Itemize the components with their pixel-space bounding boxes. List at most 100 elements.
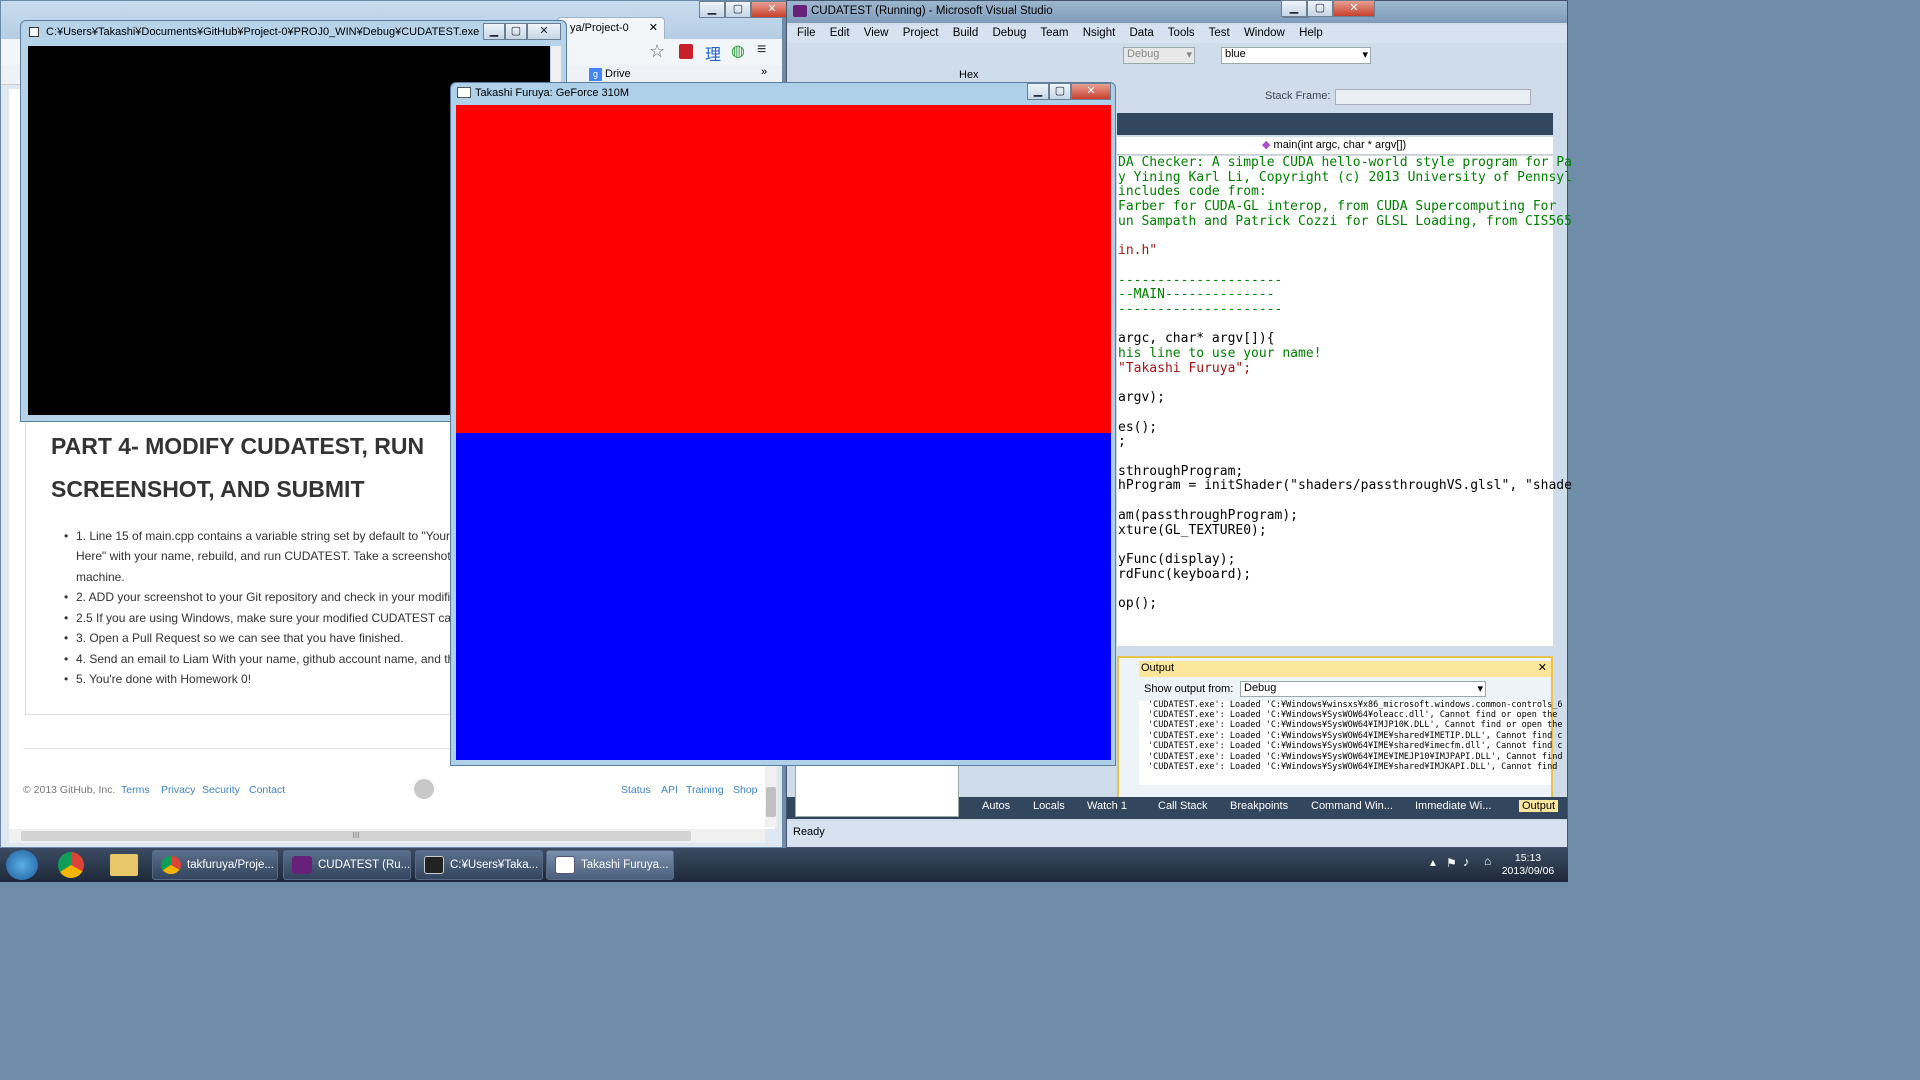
section-heading-line2: SCREENSHOT, AND SUBMIT xyxy=(51,476,365,502)
output-line: 'CUDATEST.exe': Loaded 'C:¥Windows¥SysWO… xyxy=(1148,710,1558,720)
code-line: xture(GL_TEXTURE0); xyxy=(1118,522,1267,538)
taskbar-item-gl[interactable]: Takashi Furuya... xyxy=(546,850,674,880)
config-select[interactable]: Debug ▾ xyxy=(1123,47,1195,64)
tab-output[interactable]: Output xyxy=(1519,800,1559,812)
minimize-button[interactable]: ▁ xyxy=(1281,0,1307,17)
menu-window[interactable]: Window xyxy=(1244,27,1285,39)
output-line: 'CUDATEST.exe': Loaded 'C:¥Windows¥SysWO… xyxy=(1148,741,1563,751)
menu-tools[interactable]: Tools xyxy=(1168,27,1195,39)
tab-immediate-window[interactable]: Immediate Wi... xyxy=(1415,800,1491,812)
start-button[interactable] xyxy=(6,850,38,880)
footer-link-contact[interactable]: Contact xyxy=(249,784,285,796)
function-select[interactable]: ◆ main(int argc, char * argv[]) xyxy=(1262,138,1552,153)
code-line: un Sampath and Patrick Cozzi for GLSL Lo… xyxy=(1118,213,1572,229)
chrome-tab[interactable]: ya/Project-0 ✕ xyxy=(557,17,665,39)
menu-project[interactable]: Project xyxy=(903,27,939,39)
taskbar-item-vs[interactable]: CUDATEST (Ru... xyxy=(283,850,411,880)
minimize-button[interactable]: ▁ xyxy=(1027,83,1049,100)
menu-build[interactable]: Build xyxy=(953,27,979,39)
clock-time: 15:13 xyxy=(1514,852,1542,864)
menu-debug[interactable]: Debug xyxy=(992,27,1026,39)
find-combo-value: blue xyxy=(1225,48,1246,60)
scroll-thumb[interactable] xyxy=(766,787,776,817)
menu-edit[interactable]: Edit xyxy=(830,27,850,39)
console-icon xyxy=(424,856,444,874)
star-icon[interactable]: ☆ xyxy=(649,41,665,62)
evernote-icon[interactable]: ◍ xyxy=(731,41,745,61)
footer-link-training[interactable]: Training xyxy=(686,784,724,796)
menu-nsight[interactable]: Nsight xyxy=(1083,27,1116,39)
hex-button[interactable]: Hex xyxy=(959,69,979,81)
doc-tab-well xyxy=(1117,113,1553,135)
close-button[interactable]: ✕ xyxy=(1071,83,1111,100)
bookmark-drive[interactable]: Drive xyxy=(605,68,631,80)
find-combo[interactable]: blue ▾ xyxy=(1221,47,1371,64)
h-scroll-thumb[interactable]: III xyxy=(21,831,691,841)
menu-team[interactable]: Team xyxy=(1040,27,1068,39)
code-line: "Takashi Furuya"; xyxy=(1118,360,1252,376)
tab-breakpoints[interactable]: Breakpoints xyxy=(1230,800,1288,812)
tab-watch-1[interactable]: Watch 1 xyxy=(1087,800,1127,812)
explorer-pinned-icon[interactable] xyxy=(110,854,138,876)
menu-view[interactable]: View xyxy=(864,27,889,39)
status-bar: Ready xyxy=(787,821,1567,847)
network-icon[interactable]: ⌂ xyxy=(1484,854,1491,868)
maximize-button[interactable]: ▢ xyxy=(1049,83,1071,100)
dictionary-icon[interactable]: 理 xyxy=(705,41,721,65)
clock-date: 2013/09/06 xyxy=(1501,865,1555,877)
chrome-pinned-icon[interactable] xyxy=(58,852,84,878)
section-heading-line1: PART 4- MODIFY CUDATEST, RUN xyxy=(51,433,425,459)
chrome-icon xyxy=(161,856,181,874)
code-line: --MAIN-------------- xyxy=(1118,287,1275,303)
minimize-button[interactable]: ▁ xyxy=(483,23,505,40)
taskbar-item-label: C:¥Users¥Taka... xyxy=(450,859,539,871)
extension-icon[interactable] xyxy=(679,44,693,59)
footer-link-security[interactable]: Security xyxy=(202,784,240,796)
tab-locals[interactable]: Locals xyxy=(1033,800,1065,812)
config-select-value: Debug xyxy=(1127,48,1160,60)
footer-link-status[interactable]: Status xyxy=(621,784,651,796)
code-line: rdFunc(keyboard); xyxy=(1118,566,1252,582)
tab-autos[interactable]: Autos xyxy=(982,800,1010,812)
minimize-button[interactable]: ▁ xyxy=(699,1,725,18)
vs-titlebar: CUDATEST (Running) - Microsoft Visual St… xyxy=(787,1,1567,23)
menu-file[interactable]: File xyxy=(797,27,816,39)
tab-call-stack[interactable]: Call Stack xyxy=(1158,800,1208,812)
tab-close-icon[interactable]: ✕ xyxy=(649,18,658,38)
horizontal-scrollbar[interactable]: III xyxy=(9,829,765,843)
more-bookmarks-icon[interactable]: » xyxy=(761,66,767,78)
tab-command-window[interactable]: Command Win... xyxy=(1311,800,1393,812)
footer-link-terms[interactable]: Terms xyxy=(121,784,150,796)
output-source-select[interactable]: Debug ▾ xyxy=(1240,681,1486,697)
google-icon: g xyxy=(589,68,602,81)
list-item: 5. You're done with Homework 0! xyxy=(64,672,251,686)
menu-data[interactable]: Data xyxy=(1130,27,1154,39)
close-button[interactable]: ✕ xyxy=(527,23,561,40)
menu-test[interactable]: Test xyxy=(1209,27,1230,39)
footer-link-api[interactable]: API xyxy=(661,784,678,796)
maximize-button[interactable]: ▢ xyxy=(505,23,527,40)
footer-link-shop[interactable]: Shop xyxy=(733,784,758,796)
list-item: 3. Open a Pull Request so we can see tha… xyxy=(64,631,404,645)
gl-window: Takashi Furuya: GeForce 310M ▁ ▢ ✕ xyxy=(450,82,1116,766)
github-octocat-icon[interactable] xyxy=(414,779,434,799)
menu-icon[interactable]: ≡ xyxy=(757,41,766,59)
clock[interactable]: 15:13 2013/09/06 xyxy=(1500,852,1556,878)
code-line: --------------------- xyxy=(1118,272,1283,288)
taskbar-item-console[interactable]: C:¥Users¥Taka... xyxy=(415,850,543,880)
method-icon: ◆ xyxy=(1262,139,1271,151)
footer-link-privacy[interactable]: Privacy xyxy=(161,784,195,796)
show-hidden-icons-icon[interactable]: ▲ xyxy=(1428,858,1438,869)
panel-close-icon[interactable]: ✕ xyxy=(1538,661,1547,674)
output-header: Output ✕ xyxy=(1139,661,1551,677)
maximize-button[interactable]: ▢ xyxy=(725,1,751,18)
close-button[interactable]: ✕ xyxy=(1333,0,1375,17)
flag-icon[interactable]: ⚑ xyxy=(1446,856,1457,870)
maximize-button[interactable]: ▢ xyxy=(1307,0,1333,17)
volume-icon[interactable]: ♪ xyxy=(1463,854,1470,869)
stack-frame-select[interactable] xyxy=(1335,89,1531,105)
menu-help[interactable]: Help xyxy=(1299,27,1323,39)
list-item-cont: machine. xyxy=(76,570,125,584)
taskbar-item-chrome[interactable]: takfuruya/Proje... xyxy=(152,850,278,880)
code-line: argv); xyxy=(1118,390,1165,406)
